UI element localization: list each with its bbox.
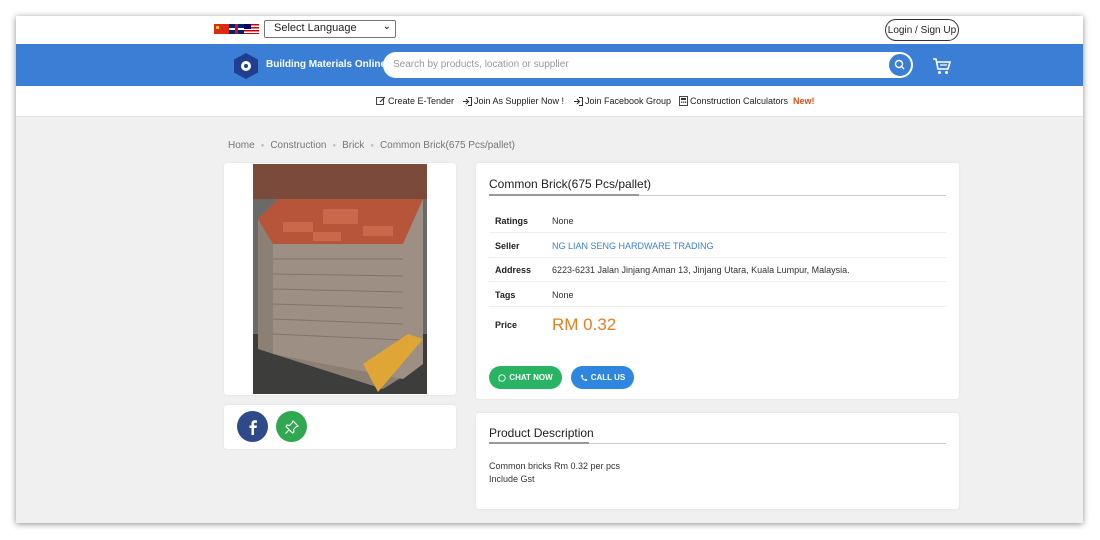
facebook-share-button[interactable] [237,411,268,442]
chat-now-label: CHAT NOW [509,373,553,382]
detail-label: Seller [495,241,520,251]
edit-icon [376,96,386,105]
breadcrumb-current: Common Brick(675 Pcs/pallet) [379,140,515,151]
detail-row-tags: Tags None [489,282,946,307]
join-facebook-label: Join Facebook Group [585,96,672,106]
join-supplier-label: Join As Supplier Now ! [474,96,565,106]
description-line: Common bricks Rm 0.32 per pcs [489,461,621,471]
sign-in-icon [463,96,472,106]
detail-label: Ratings [495,216,529,226]
search-icon [894,59,905,70]
detail-row-seller: Seller NG LIAN SENG HARDWARE TRADING [489,233,946,258]
title-underline [489,194,639,196]
price-label: Price [495,320,518,330]
detail-value: None [552,216,574,226]
detail-row-ratings: Ratings None [489,208,946,233]
search-placeholder: Search by products, location or supplier [393,59,569,70]
chevron-down-icon: ⌄ [382,21,391,32]
call-us-button[interactable]: CALL US [571,366,634,389]
call-us-label: CALL US [590,373,626,382]
breadcrumb: Home ● Construction ● Brick ● Common Bri… [228,140,515,151]
page-frame: Select Language ⌄ Login / Sign Up Buildi… [16,16,1083,523]
price-value: RM 0.32 [552,315,617,334]
create-etender-link[interactable]: Create E-Tender [376,96,454,106]
product-photo[interactable] [253,164,427,394]
breadcrumb-brick[interactable]: Brick [342,140,364,151]
search-input[interactable]: Search by products, location or supplier [383,52,913,78]
breadcrumb-separator: ● [332,142,337,149]
product-title: Common Brick(675 Pcs/pallet) [489,177,652,191]
uk-flag-icon[interactable] [229,24,244,34]
description-line: Include Gst [489,474,535,484]
detail-label: Tags [495,290,516,300]
main-navbar: Building Materials Online Search by prod… [16,44,1083,86]
new-badge: New! [793,96,815,106]
brand-name[interactable]: Building Materials Online [266,59,386,70]
product-image-card [224,163,456,395]
detail-value: None [552,290,574,300]
breadcrumb-home[interactable]: Home [228,140,255,151]
description-text: Common bricks Rm 0.32 per pcs Include Gs… [489,460,620,486]
construction-calculators-label: Construction Calculators [690,96,789,106]
search-button[interactable] [888,53,912,77]
pin-share-button[interactable] [276,411,307,442]
title-underline [489,442,589,444]
brand-logo-icon[interactable] [234,53,258,79]
breadcrumb-separator: ● [260,142,265,149]
product-info-card: Common Brick(675 Pcs/pallet) Ratings Non… [476,163,959,399]
cart-icon[interactable] [932,57,952,75]
product-description-card: Product Description Common bricks Rm 0.3… [476,413,959,509]
detail-label: Address [495,265,532,275]
sign-in-icon [574,96,583,106]
quick-links-bar: Create E-Tender Join As Supplier Now ! J… [16,86,1083,117]
cn-flag-icon[interactable] [214,24,229,34]
facebook-icon [249,419,257,435]
seller-link[interactable]: NG LIAN SENG HARDWARE TRADING [552,241,714,251]
language-flags [214,24,259,34]
join-facebook-link[interactable]: Join Facebook Group [574,96,671,106]
login-signup-button[interactable]: Login / Sign Up [885,19,959,41]
join-supplier-link[interactable]: Join As Supplier Now ! [463,96,564,106]
top-bar: Select Language ⌄ Login / Sign Up [16,16,1083,44]
construction-calculators-link[interactable]: Construction Calculators New! [679,96,815,106]
share-card [224,405,456,449]
breadcrumb-separator: ● [370,142,374,149]
chat-now-button[interactable]: CHAT NOW [489,366,562,389]
create-etender-label: Create E-Tender [388,96,455,106]
phone-icon [580,374,587,381]
whatsapp-icon [498,373,506,382]
pin-icon [284,419,299,434]
calculator-icon [679,96,688,106]
language-select[interactable]: Select Language ⌄ [264,20,396,38]
detail-row-address: Address 6223-6231 Jalan Jinjang Aman 13,… [489,257,946,282]
language-select-value: Select Language [274,22,357,34]
my-flag-icon[interactable] [244,24,259,34]
breadcrumb-construction[interactable]: Construction [270,140,326,151]
description-title: Product Description [489,426,594,440]
detail-value: 6223-6231 Jalan Jinjang Aman 13, Jinjang… [552,265,850,275]
